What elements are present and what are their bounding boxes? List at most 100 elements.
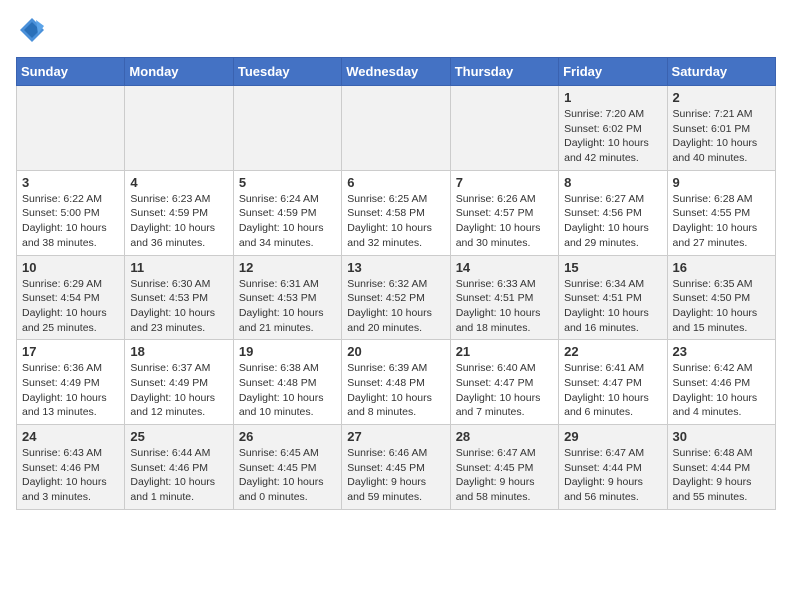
day-number: 11 [130, 260, 227, 275]
page-header [16, 16, 776, 49]
day-detail: Sunrise: 6:33 AM Sunset: 4:51 PM Dayligh… [456, 277, 553, 336]
logo-icon [18, 16, 46, 44]
day-cell: 24 Sunrise: 6:43 AM Sunset: 4:46 PM Dayli… [17, 425, 125, 510]
day-cell: 14 Sunrise: 6:33 AM Sunset: 4:51 PM Dayli… [450, 255, 558, 340]
day-number: 23 [673, 344, 770, 359]
day-number: 26 [239, 429, 336, 444]
logo-text [16, 16, 46, 49]
day-cell: 19 Sunrise: 6:38 AM Sunset: 4:48 PM Dayli… [233, 340, 341, 425]
day-cell [125, 86, 233, 171]
day-cell: 29Sunrise: 6:47 AM Sunset: 4:44 PM Dayli… [559, 425, 667, 510]
day-cell: 27Sunrise: 6:46 AM Sunset: 4:45 PM Dayli… [342, 425, 450, 510]
day-number: 9 [673, 175, 770, 190]
day-detail: Sunrise: 6:37 AM Sunset: 4:49 PM Dayligh… [130, 361, 227, 420]
day-cell: 4 Sunrise: 6:23 AM Sunset: 4:59 PM Daylig… [125, 170, 233, 255]
day-number: 18 [130, 344, 227, 359]
day-cell [17, 86, 125, 171]
day-number: 4 [130, 175, 227, 190]
day-number: 1 [564, 90, 661, 105]
day-number: 24 [22, 429, 119, 444]
day-cell: 2 Sunrise: 7:21 AM Sunset: 6:01 PM Daylig… [667, 86, 775, 171]
day-header-tuesday: Tuesday [233, 58, 341, 86]
day-detail: Sunrise: 6:42 AM Sunset: 4:46 PM Dayligh… [673, 361, 770, 420]
day-header-friday: Friday [559, 58, 667, 86]
day-number: 16 [673, 260, 770, 275]
day-cell: 20 Sunrise: 6:39 AM Sunset: 4:48 PM Dayli… [342, 340, 450, 425]
day-number: 17 [22, 344, 119, 359]
day-detail: Sunrise: 6:27 AM Sunset: 4:56 PM Dayligh… [564, 192, 661, 251]
day-detail: Sunrise: 6:34 AM Sunset: 4:51 PM Dayligh… [564, 277, 661, 336]
day-detail: Sunrise: 6:35 AM Sunset: 4:50 PM Dayligh… [673, 277, 770, 336]
week-row-5: 24 Sunrise: 6:43 AM Sunset: 4:46 PM Dayli… [17, 425, 776, 510]
day-cell: 11 Sunrise: 6:30 AM Sunset: 4:53 PM Dayli… [125, 255, 233, 340]
day-cell: 22 Sunrise: 6:41 AM Sunset: 4:47 PM Dayli… [559, 340, 667, 425]
day-detail: Sunrise: 6:47 AM Sunset: 4:44 PM Dayligh… [564, 446, 661, 505]
week-row-4: 17 Sunrise: 6:36 AM Sunset: 4:49 PM Dayli… [17, 340, 776, 425]
day-number: 5 [239, 175, 336, 190]
day-cell [233, 86, 341, 171]
calendar-table: SundayMondayTuesdayWednesdayThursdayFrid… [16, 57, 776, 510]
day-cell: 15Sunrise: 6:34 AM Sunset: 4:51 PM Dayli… [559, 255, 667, 340]
day-detail: Sunrise: 6:29 AM Sunset: 4:54 PM Dayligh… [22, 277, 119, 336]
day-number: 30 [673, 429, 770, 444]
day-cell [342, 86, 450, 171]
day-cell: 25Sunrise: 6:44 AM Sunset: 4:46 PM Dayli… [125, 425, 233, 510]
day-cell: 10Sunrise: 6:29 AM Sunset: 4:54 PM Dayli… [17, 255, 125, 340]
day-cell: 12Sunrise: 6:31 AM Sunset: 4:53 PM Dayli… [233, 255, 341, 340]
day-number: 14 [456, 260, 553, 275]
day-detail: Sunrise: 7:20 AM Sunset: 6:02 PM Dayligh… [564, 107, 661, 166]
day-number: 28 [456, 429, 553, 444]
day-cell: 3 Sunrise: 6:22 AM Sunset: 5:00 PM Daylig… [17, 170, 125, 255]
day-detail: Sunrise: 6:48 AM Sunset: 4:44 PM Dayligh… [673, 446, 770, 505]
day-header-sunday: Sunday [17, 58, 125, 86]
day-number: 21 [456, 344, 553, 359]
day-number: 6 [347, 175, 444, 190]
day-number: 22 [564, 344, 661, 359]
day-cell: 5 Sunrise: 6:24 AM Sunset: 4:59 PM Daylig… [233, 170, 341, 255]
day-cell: 7Sunrise: 6:26 AM Sunset: 4:57 PM Daylig… [450, 170, 558, 255]
day-detail: Sunrise: 6:44 AM Sunset: 4:46 PM Dayligh… [130, 446, 227, 505]
day-detail: Sunrise: 6:46 AM Sunset: 4:45 PM Dayligh… [347, 446, 444, 505]
day-cell: 18 Sunrise: 6:37 AM Sunset: 4:49 PM Dayli… [125, 340, 233, 425]
day-detail: Sunrise: 6:36 AM Sunset: 4:49 PM Dayligh… [22, 361, 119, 420]
day-detail: Sunrise: 6:25 AM Sunset: 4:58 PM Dayligh… [347, 192, 444, 251]
day-cell: 21Sunrise: 6:40 AM Sunset: 4:47 PM Dayli… [450, 340, 558, 425]
day-detail: Sunrise: 6:30 AM Sunset: 4:53 PM Dayligh… [130, 277, 227, 336]
day-detail: Sunrise: 6:24 AM Sunset: 4:59 PM Dayligh… [239, 192, 336, 251]
day-header-saturday: Saturday [667, 58, 775, 86]
day-number: 3 [22, 175, 119, 190]
day-number: 2 [673, 90, 770, 105]
day-detail: Sunrise: 7:21 AM Sunset: 6:01 PM Dayligh… [673, 107, 770, 166]
day-detail: Sunrise: 6:47 AM Sunset: 4:45 PM Dayligh… [456, 446, 553, 505]
day-header-monday: Monday [125, 58, 233, 86]
day-detail: Sunrise: 6:38 AM Sunset: 4:48 PM Dayligh… [239, 361, 336, 420]
day-cell: 17 Sunrise: 6:36 AM Sunset: 4:49 PM Dayli… [17, 340, 125, 425]
day-header-row: SundayMondayTuesdayWednesdayThursdayFrid… [17, 58, 776, 86]
day-detail: Sunrise: 6:41 AM Sunset: 4:47 PM Dayligh… [564, 361, 661, 420]
day-cell: 8 Sunrise: 6:27 AM Sunset: 4:56 PM Daylig… [559, 170, 667, 255]
day-cell: 6 Sunrise: 6:25 AM Sunset: 4:58 PM Daylig… [342, 170, 450, 255]
day-number: 19 [239, 344, 336, 359]
day-cell: 9 Sunrise: 6:28 AM Sunset: 4:55 PM Daylig… [667, 170, 775, 255]
day-cell: 1 Sunrise: 7:20 AM Sunset: 6:02 PM Daylig… [559, 86, 667, 171]
day-cell: 30 Sunrise: 6:48 AM Sunset: 4:44 PM Dayli… [667, 425, 775, 510]
day-cell: 16 Sunrise: 6:35 AM Sunset: 4:50 PM Dayli… [667, 255, 775, 340]
day-number: 8 [564, 175, 661, 190]
day-detail: Sunrise: 6:43 AM Sunset: 4:46 PM Dayligh… [22, 446, 119, 505]
day-detail: Sunrise: 6:39 AM Sunset: 4:48 PM Dayligh… [347, 361, 444, 420]
day-header-thursday: Thursday [450, 58, 558, 86]
day-number: 20 [347, 344, 444, 359]
day-header-wednesday: Wednesday [342, 58, 450, 86]
logo [16, 16, 46, 49]
day-cell: 23 Sunrise: 6:42 AM Sunset: 4:46 PM Dayli… [667, 340, 775, 425]
day-detail: Sunrise: 6:26 AM Sunset: 4:57 PM Dayligh… [456, 192, 553, 251]
day-detail: Sunrise: 6:31 AM Sunset: 4:53 PM Dayligh… [239, 277, 336, 336]
day-detail: Sunrise: 6:32 AM Sunset: 4:52 PM Dayligh… [347, 277, 444, 336]
day-detail: Sunrise: 6:28 AM Sunset: 4:55 PM Dayligh… [673, 192, 770, 251]
day-detail: Sunrise: 6:23 AM Sunset: 4:59 PM Dayligh… [130, 192, 227, 251]
day-detail: Sunrise: 6:22 AM Sunset: 5:00 PM Dayligh… [22, 192, 119, 251]
day-number: 13 [347, 260, 444, 275]
day-cell: 13 Sunrise: 6:32 AM Sunset: 4:52 PM Dayli… [342, 255, 450, 340]
day-cell: 26Sunrise: 6:45 AM Sunset: 4:45 PM Dayli… [233, 425, 341, 510]
week-row-2: 3 Sunrise: 6:22 AM Sunset: 5:00 PM Daylig… [17, 170, 776, 255]
